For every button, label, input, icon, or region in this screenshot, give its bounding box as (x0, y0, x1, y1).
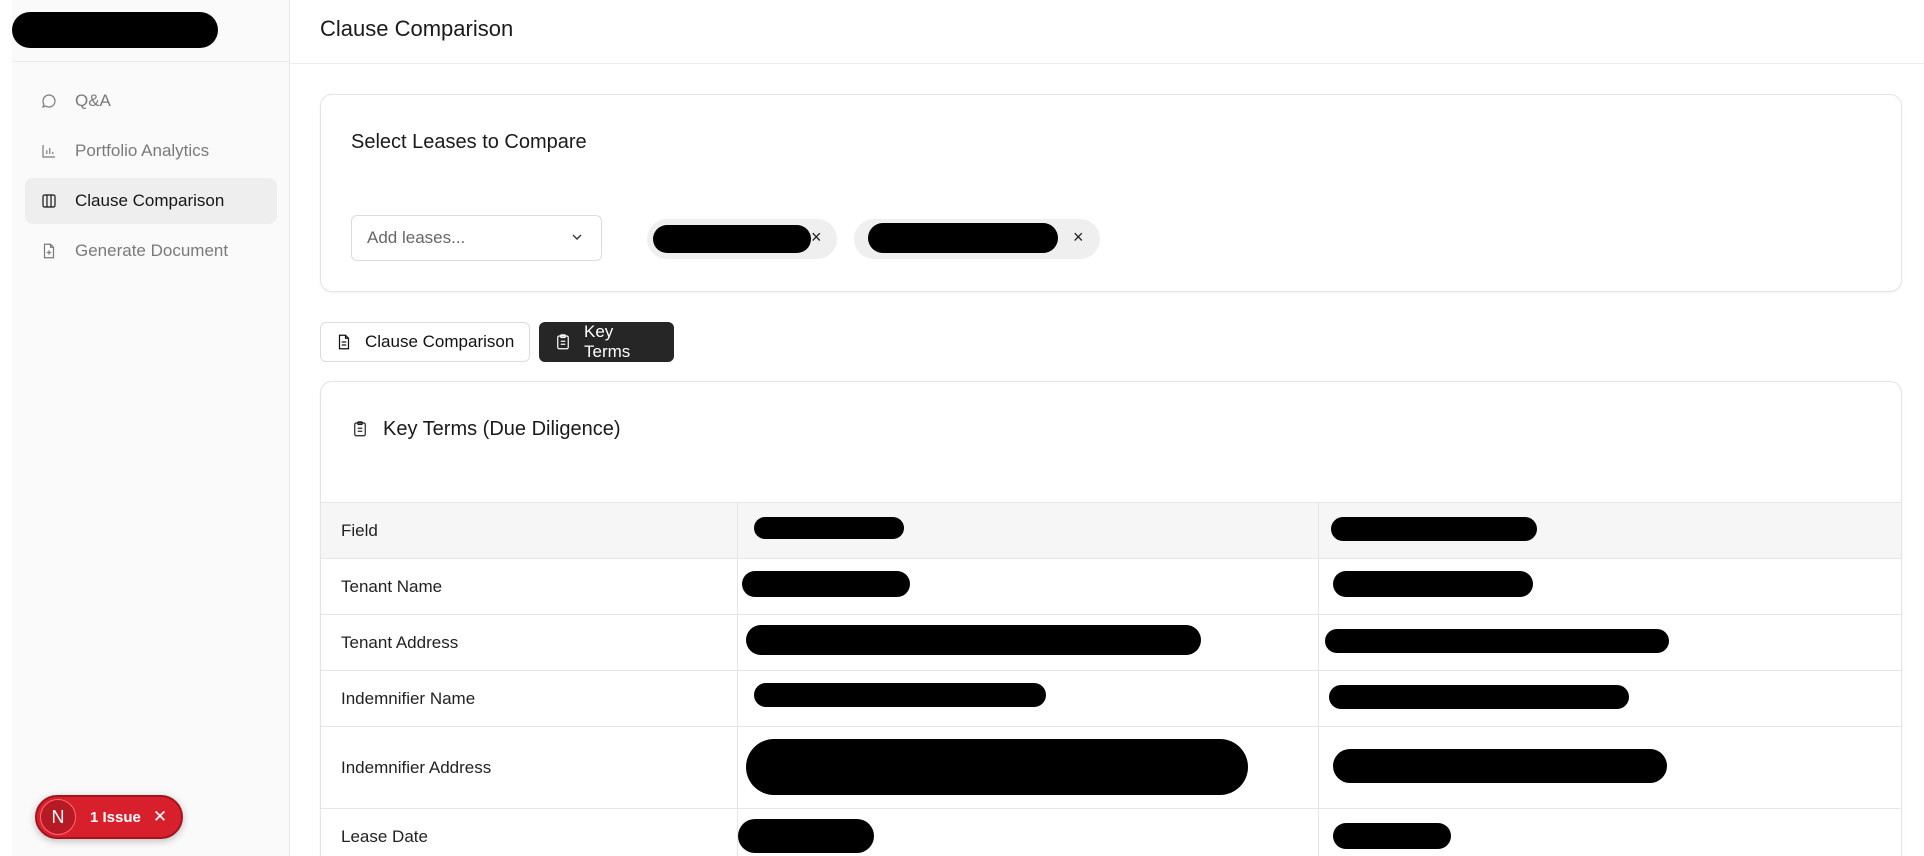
table-row: Tenant Address (321, 614, 1901, 671)
brand-logo[interactable] (12, 0, 290, 62)
issue-badge[interactable]: N 1 Issue ✕ (35, 795, 183, 839)
lease-2-value (1318, 558, 1901, 615)
redacted-value (1332, 571, 1533, 597)
table-row: Indemnifier Name (321, 670, 1901, 727)
lease-1-value (737, 808, 1319, 856)
remove-chip-icon[interactable]: × (1073, 227, 1084, 248)
main-content: Clause Comparison Select Leases to Compa… (290, 0, 1924, 856)
lease-1-value (737, 726, 1319, 809)
table-row: Lease Date (321, 808, 1901, 856)
card-title: Select Leases to Compare (351, 131, 587, 153)
redacted-value (753, 517, 904, 539)
field-label: Lease Date (321, 808, 738, 856)
sidebar-item-label: Q&A (75, 91, 111, 110)
redacted-lease-name (868, 223, 1058, 253)
tab-label: Clause Comparison (365, 332, 515, 351)
sidebar: Q&A Portfolio Analytics Clause Compariso… (12, 0, 290, 856)
sidebar-item-label: Portfolio Analytics (75, 141, 210, 160)
sidebar-nav: Q&A Portfolio Analytics Clause Compariso… (25, 78, 277, 278)
redacted-value (1332, 749, 1667, 783)
sidebar-item-clause-comparison[interactable]: Clause Comparison (25, 178, 277, 224)
redacted-value (1324, 629, 1669, 653)
chevron-down-icon (569, 229, 585, 245)
lease-2-value (1318, 726, 1901, 809)
lease-1-value (737, 670, 1319, 727)
issue-badge-label: 1 Issue (90, 808, 141, 826)
columns-icon (39, 191, 59, 211)
sidebar-item-qa[interactable]: Q&A (25, 78, 277, 124)
selected-lease-chip: × (854, 219, 1100, 259)
add-leases-placeholder: Add leases... (367, 228, 466, 247)
issue-badge-logo: N (40, 799, 76, 835)
redacted-value (753, 683, 1046, 707)
sidebar-item-generate-document[interactable]: Generate Document (25, 228, 277, 274)
field-label: Indemnifier Address (321, 726, 738, 809)
selected-lease-chip: × (647, 219, 837, 259)
sidebar-item-label: Clause Comparison (75, 191, 225, 210)
sidebar-item-label: Generate Document (75, 241, 229, 260)
redacted-value (741, 571, 910, 597)
field-label: Tenant Name (321, 558, 738, 615)
lease-1-value (737, 614, 1319, 671)
field-label: Tenant Address (321, 614, 738, 671)
key-terms-title-text: Key Terms (Due Diligence) (383, 418, 621, 440)
file-plus-icon (39, 241, 59, 261)
redacted-value (745, 739, 1248, 795)
table-row: Indemnifier Address (321, 726, 1901, 809)
tab-clause-comparison[interactable]: Clause Comparison (320, 322, 530, 362)
field-label: Indemnifier Name (321, 670, 738, 727)
clipboard-icon (554, 333, 572, 351)
lease-2-value (1318, 670, 1901, 727)
redacted-logo (12, 12, 218, 48)
lease-2-value (1318, 614, 1901, 671)
tab-key-terms[interactable]: Key Terms (539, 322, 674, 362)
redacted-value (1332, 823, 1451, 849)
remove-chip-icon[interactable]: × (811, 227, 822, 248)
lease-1-value (737, 558, 1319, 615)
field-header: Field (321, 502, 738, 559)
chat-icon (39, 91, 59, 111)
redacted-value (737, 819, 874, 853)
key-terms-card: Key Terms (Due Diligence) Field Tenant N… (320, 381, 1902, 856)
lease-2-value (1318, 808, 1901, 856)
redacted-lease-name (653, 225, 811, 253)
table-header-row: Field (321, 502, 1901, 559)
key-terms-table: Field Tenant Name Tenant Address Indemni… (321, 502, 1901, 856)
bar-chart-icon (39, 141, 59, 161)
table-row: Tenant Name (321, 558, 1901, 615)
key-terms-title: Key Terms (Due Diligence) (351, 418, 621, 441)
redacted-value (745, 625, 1201, 655)
redacted-value (1330, 517, 1537, 541)
lease-1-header (737, 502, 1319, 559)
document-icon (335, 333, 353, 351)
redacted-value (1328, 685, 1629, 709)
clipboard-icon (351, 420, 371, 440)
tab-label: Key Terms (584, 322, 631, 361)
page-title: Clause Comparison (320, 16, 514, 41)
lease-2-header (1318, 502, 1901, 559)
add-leases-select[interactable]: Add leases... (351, 215, 602, 261)
close-icon[interactable]: ✕ (153, 807, 167, 827)
lease-selection-card: Select Leases to Compare Add leases... ×… (320, 94, 1902, 292)
sidebar-item-portfolio-analytics[interactable]: Portfolio Analytics (25, 128, 277, 174)
top-bar: Clause Comparison (290, 0, 1924, 64)
